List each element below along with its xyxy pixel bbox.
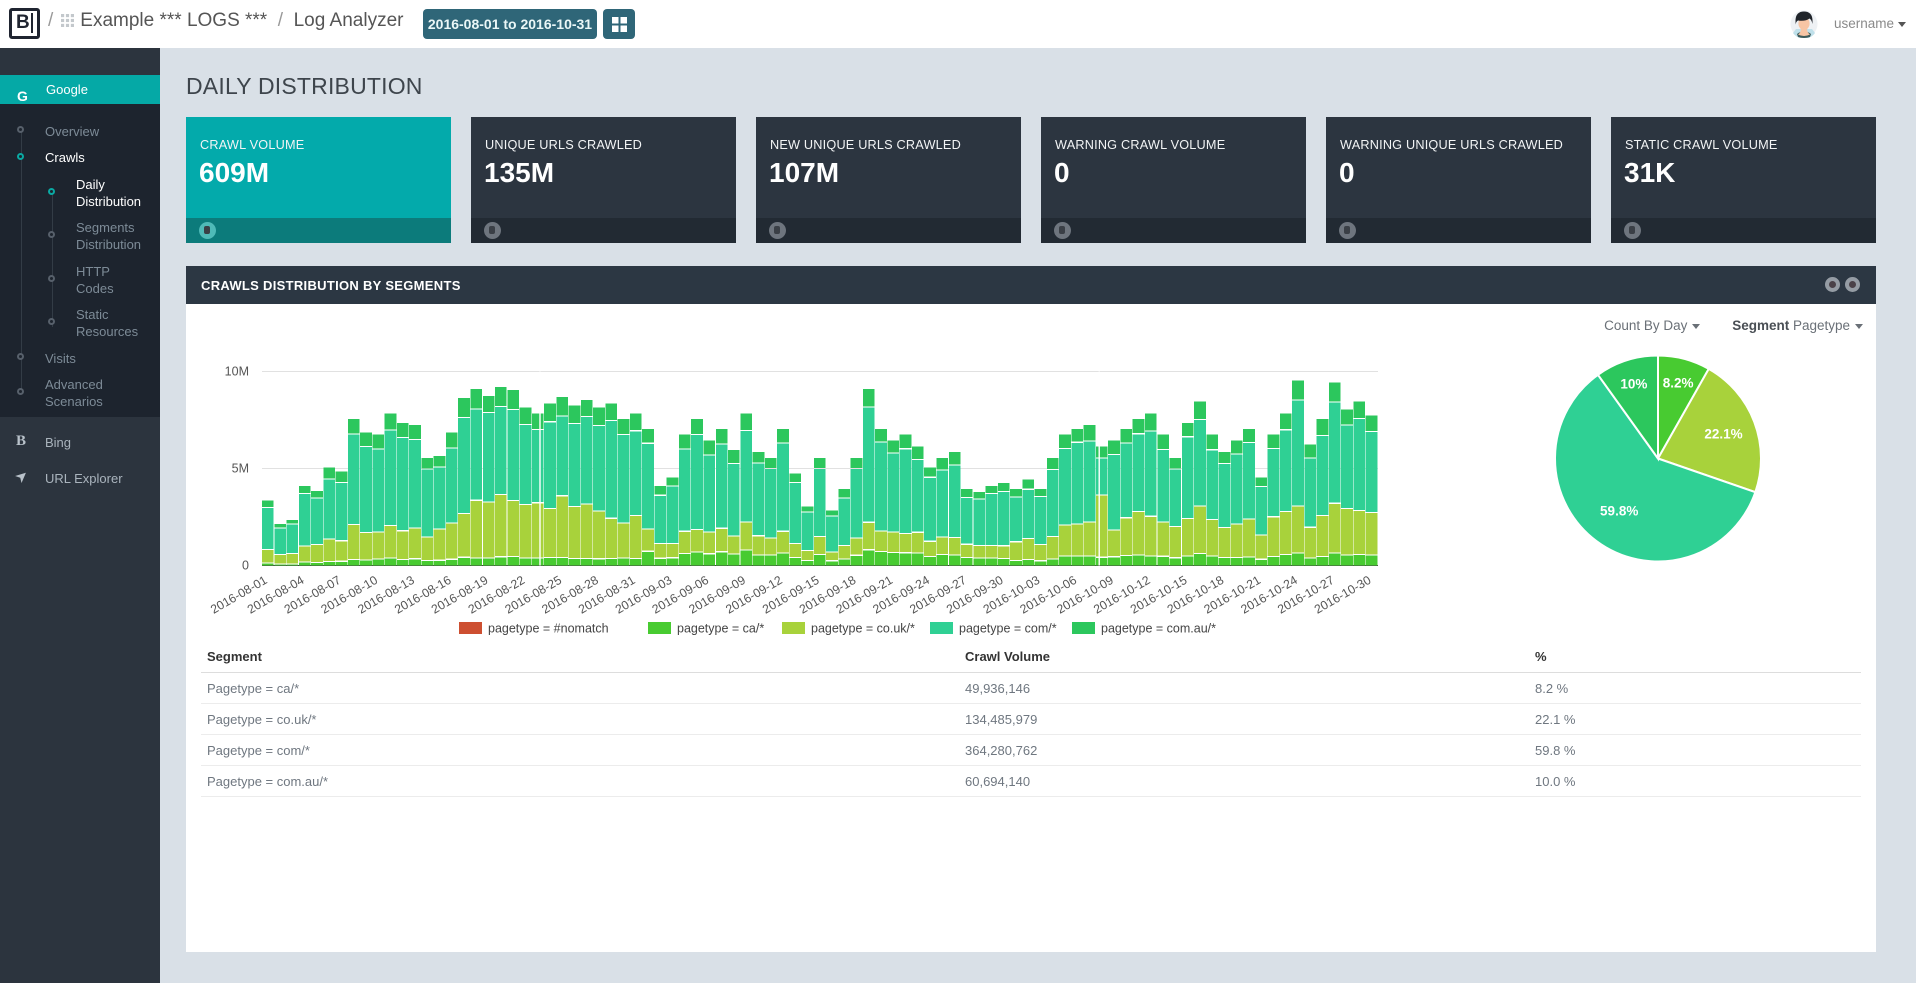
svg-text:pagetype = co.uk/*: pagetype = co.uk/*	[811, 622, 915, 636]
svg-text:59.8%: 59.8%	[1600, 504, 1638, 519]
svg-text:pagetype = com/*: pagetype = com/*	[959, 622, 1057, 636]
svg-text:pagetype = #nomatch: pagetype = #nomatch	[488, 622, 609, 636]
svg-text:10%: 10%	[1620, 377, 1647, 392]
svg-text:0: 0	[242, 559, 249, 573]
svg-text:pagetype = com.au/*: pagetype = com.au/*	[1101, 622, 1216, 636]
svg-text:22.1%: 22.1%	[1704, 427, 1742, 442]
svg-text:5M: 5M	[232, 462, 249, 476]
svg-text:10M: 10M	[225, 365, 249, 379]
svg-text:8.2%: 8.2%	[1663, 375, 1694, 390]
svg-text:pagetype = ca/*: pagetype = ca/*	[677, 622, 764, 636]
